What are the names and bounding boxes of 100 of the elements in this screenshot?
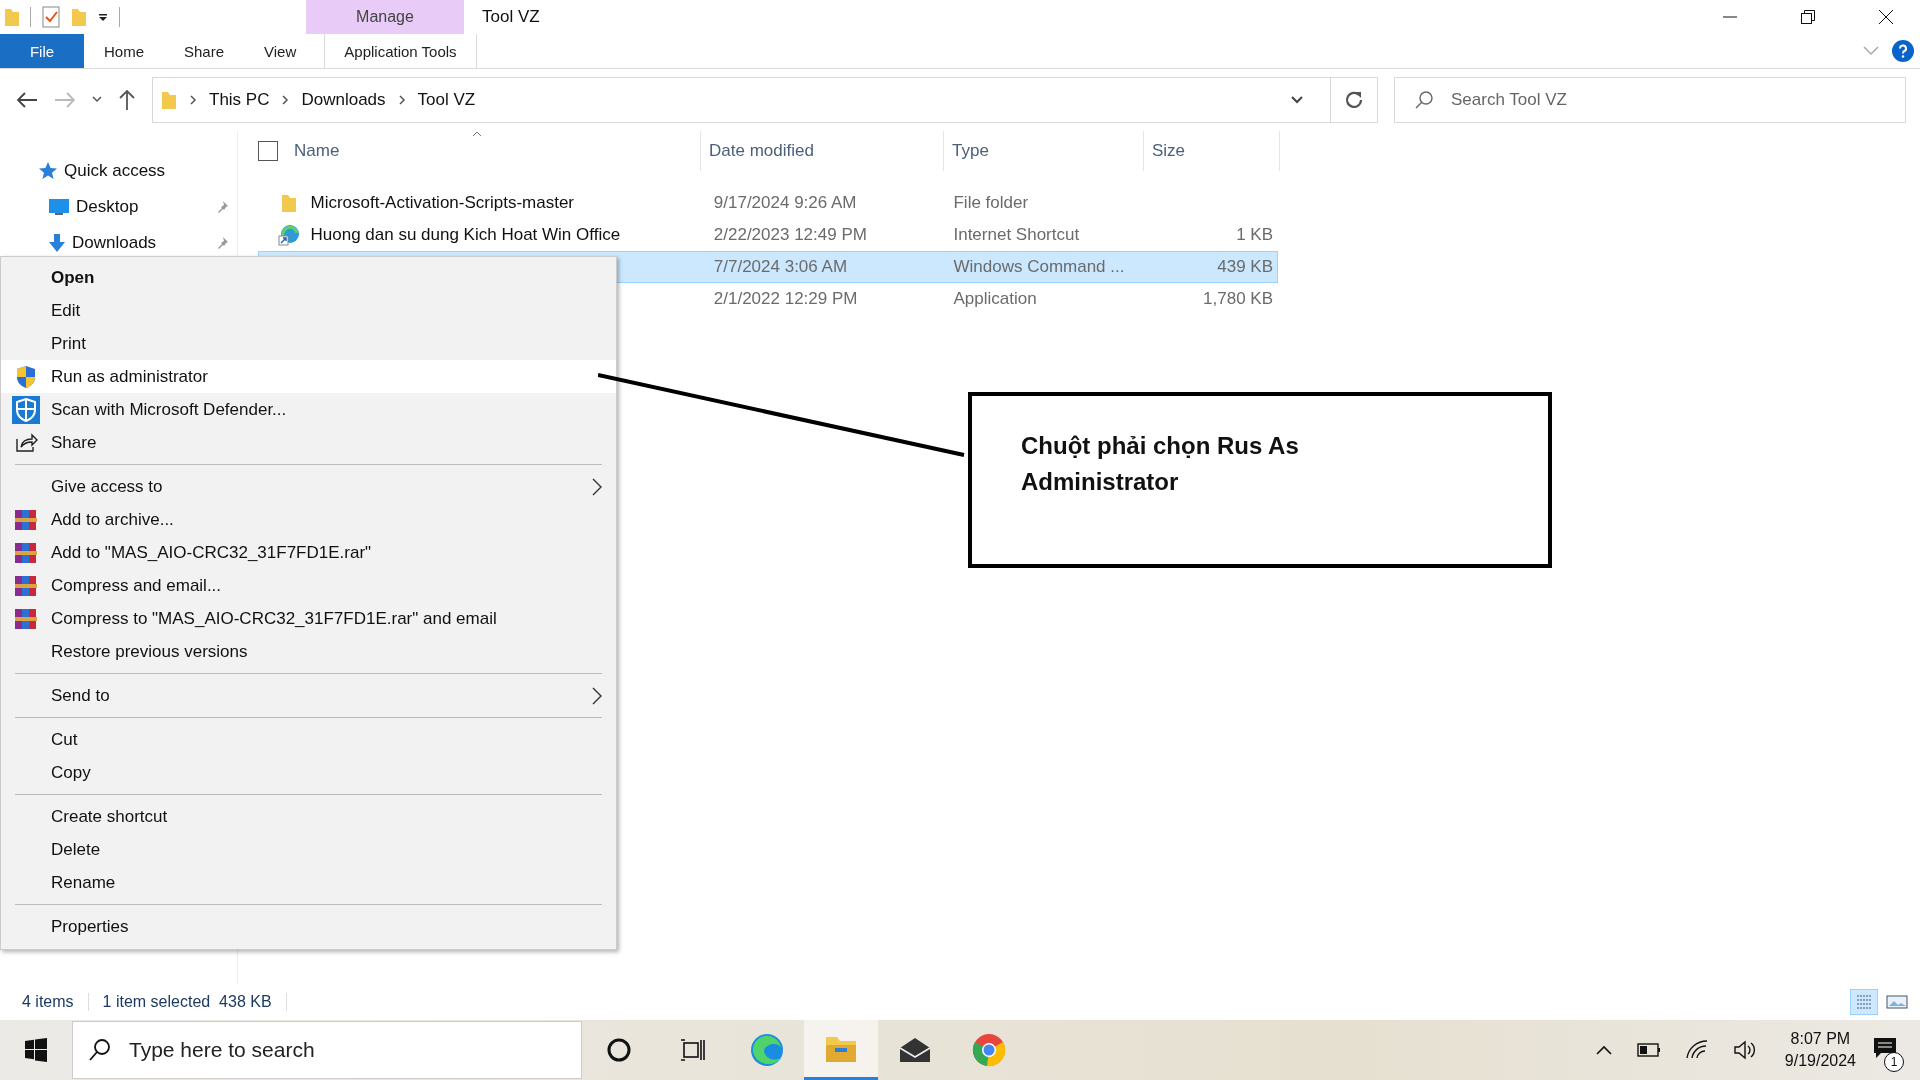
ribbon-tab[interactable]: Home <box>84 34 164 68</box>
ribbon-tab[interactable]: Application Tools <box>324 34 477 68</box>
column-header[interactable]: Name <box>286 131 701 171</box>
globe-shortcut-icon <box>277 224 300 246</box>
back-icon[interactable] <box>16 91 38 109</box>
star-icon <box>38 161 58 181</box>
restore-icon[interactable] <box>1800 9 1816 25</box>
edge-icon <box>749 1032 785 1068</box>
folder-icon <box>279 193 298 213</box>
clock-time: 8:07 PM <box>1790 1030 1851 1048</box>
menu-item[interactable]: Rename <box>1 866 616 899</box>
chevron-right-icon[interactable] <box>189 95 197 105</box>
wifi-icon[interactable] <box>1684 1040 1709 1060</box>
menu-item[interactable]: Create shortcut <box>1 800 616 833</box>
up-icon[interactable] <box>118 89 136 111</box>
archive-books-icon <box>14 508 38 531</box>
menu-item[interactable]: Share <box>1 426 616 459</box>
folder-icon <box>161 90 177 110</box>
menu-item[interactable]: Edit <box>1 294 616 327</box>
window-title: Tool VZ <box>482 7 540 27</box>
column-header[interactable]: Size <box>1144 131 1280 171</box>
close-icon[interactable] <box>1878 9 1894 25</box>
ribbon-tab[interactable]: File <box>0 34 84 68</box>
share-icon <box>14 432 38 453</box>
archive-books-icon <box>14 541 38 564</box>
chevron-down-icon[interactable] <box>1290 95 1304 105</box>
help-icon[interactable] <box>1892 40 1914 62</box>
notification-badge: 1 <box>1884 1052 1904 1072</box>
breadcrumb-item[interactable]: This PC <box>209 90 270 110</box>
menu-item[interactable]: Properties <box>1 910 616 943</box>
file-name: Huong dan su dung Kich Hoat Win Office <box>309 225 622 245</box>
search-field[interactable]: Search Tool VZ <box>1394 77 1906 123</box>
sidebar-item[interactable]: Desktop <box>0 189 237 225</box>
recent-icon[interactable] <box>92 96 102 104</box>
menu-item[interactable]: Delete <box>1 833 616 866</box>
ribbon-tab[interactable]: Share <box>164 34 245 68</box>
type-cell-text: Windows Command ... <box>952 257 1126 277</box>
file-name: Microsoft-Activation-Scripts-master <box>309 193 576 213</box>
size-cell-text: 1 KB <box>1235 225 1274 245</box>
taskbar-search-field[interactable]: Type here to search <box>72 1021 582 1079</box>
type-cell-text: Application <box>952 289 1038 309</box>
envelope-icon <box>899 1037 931 1063</box>
select-all-checkbox[interactable] <box>258 141 278 161</box>
menu-item[interactable]: Print <box>1 327 616 360</box>
type-cell-text: Internet Shortcut <box>952 225 1081 245</box>
clock-date: 9/19/2024 <box>1784 1052 1856 1070</box>
date-cell-text: 2/1/2022 12:29 PM <box>712 289 859 309</box>
desktop-icon <box>48 198 70 216</box>
chevron-up-icon[interactable] <box>1594 1044 1613 1056</box>
menu-item[interactable]: Add to "MAS_AIO-CRC32_31F7FD1E.rar" <box>1 536 616 569</box>
ribbon-tab[interactable]: View <box>244 34 317 68</box>
type-cell-text: File folder <box>952 193 1030 213</box>
large-icons-view-icon[interactable] <box>1886 993 1908 1011</box>
date-cell-text: 9/17/2024 9:26 AM <box>712 193 858 213</box>
clock[interactable]: 8:07 PM 9/19/2024 <box>1784 1030 1856 1070</box>
menu-item[interactable]: Run as administrator <box>1 360 616 393</box>
menu-item[interactable]: Cut <box>1 723 616 756</box>
search-icon <box>1414 90 1434 110</box>
menu-item[interactable]: Compress and email... <box>1 569 616 602</box>
task-view-icon <box>680 1038 706 1062</box>
column-header[interactable]: Type <box>944 131 1144 171</box>
breadcrumb-item[interactable]: Downloads <box>301 90 386 110</box>
chevron-right-icon[interactable] <box>397 95 406 105</box>
size-cell-text: 1,780 KB <box>1202 289 1274 309</box>
file-row[interactable]: Microsoft-Activation-Scripts-master 9/17/2024 9:26 AM File folder <box>258 187 1278 219</box>
breadcrumb-item[interactable]: Tool VZ <box>417 90 476 110</box>
sidebar-item[interactable]: Downloads <box>0 225 237 261</box>
defender-icon <box>12 395 40 424</box>
refresh-icon[interactable] <box>1344 90 1364 110</box>
menu-item[interactable]: Restore previous versions <box>1 635 616 668</box>
address-bar[interactable]: This PC Downloads Tool VZ <box>152 77 1378 123</box>
chevron-right-icon[interactable] <box>281 95 290 105</box>
menu-item[interactable]: Send to <box>1 679 616 712</box>
date-cell-text: 2/22/2023 12:49 PM <box>712 225 868 245</box>
menu-item[interactable]: Give access to <box>1 470 616 503</box>
callout-text: Chuột phải chọn Rus As Administrator <box>1021 431 1299 497</box>
menu-item[interactable]: Copy <box>1 756 616 789</box>
circle-icon <box>606 1037 632 1063</box>
chevron-right-icon <box>592 477 602 496</box>
menu-item[interactable]: Scan with Microsoft Defender... <box>1 393 616 426</box>
dropdown-icon[interactable] <box>97 11 109 23</box>
menu-item[interactable]: Add to archive... <box>1 503 616 536</box>
selection-info: 1 item selected 438 KB <box>102 993 272 1011</box>
shield-icon <box>15 364 37 389</box>
search-icon <box>88 1038 112 1062</box>
speaker-icon[interactable] <box>1732 1040 1757 1060</box>
item-count: 4 items <box>22 993 74 1011</box>
archive-books-icon <box>14 607 38 630</box>
sidebar-item[interactable]: Quick access <box>0 153 237 189</box>
properties-icon[interactable] <box>41 6 61 28</box>
menu-item[interactable]: Compress to "MAS_AIO-CRC32_31F7FD1E.rar" and email <box>1 602 616 635</box>
file-row[interactable]: Huong dan su dung Kich Hoat Win Office 2/22/2023 12:49 PM Internet Shortcut 1 KB <box>258 219 1278 251</box>
start-icon[interactable] <box>24 1038 48 1062</box>
chevron-right-icon <box>592 686 602 705</box>
date-cell-text: 7/7/2024 3:06 AM <box>712 257 849 277</box>
context-tab-header: Manage <box>306 0 464 34</box>
chrome-icon <box>972 1033 1006 1067</box>
battery-icon[interactable] <box>1636 1043 1661 1057</box>
sort-icon <box>472 131 482 137</box>
column-header[interactable]: Date modified <box>701 131 944 171</box>
